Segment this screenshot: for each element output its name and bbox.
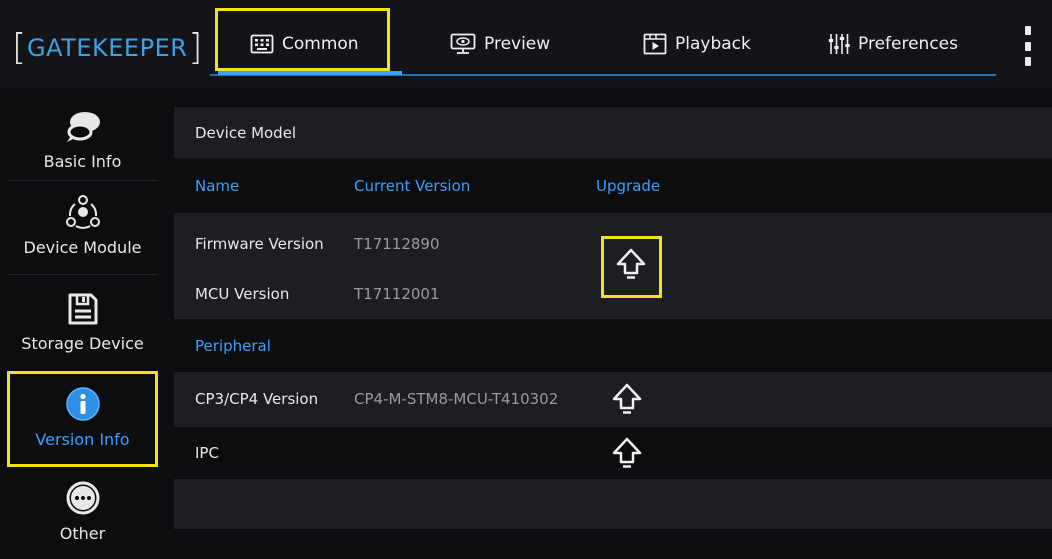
cp-version-row: CP3/CP4 Version CP4-M-STM8-MCU-T410302 [174,372,1052,427]
ipc-row: IPC [174,427,1052,479]
firmware-version-label: Firmware Version [195,235,324,253]
tab-preferences-label: Preferences [858,34,958,54]
ipc-label: IPC [195,444,219,462]
column-header-upgrade: Upgrade [596,176,661,195]
device-model-label: Device Model [195,123,297,142]
column-header-current-version: Current Version [354,176,471,195]
mcu-version-value: T17112001 [354,285,440,303]
column-header-row: Name Current Version Upgrade [174,158,1052,213]
logo-left-bracket: [ [12,27,27,68]
upgrade-arrow-icon [616,248,646,284]
sidebar-item-basic-info[interactable]: Basic Info [0,110,165,171]
cp-version-value: CP4-M-STM8-MCU-T410302 [354,390,559,408]
kebab-dot [1025,26,1031,35]
top-bar: [ GATEKEEPER ] Common Preview Playback P… [0,0,1052,88]
firmware-mcu-block: Firmware Version T17112890 MCU Version T… [174,213,1052,319]
sidebar-item-device-module[interactable]: Device Module [0,194,165,257]
sidebar-item-version-info-label: Version Info [35,430,130,449]
sidebar-item-basic-info-label: Basic Info [43,152,122,171]
device-model-row: Device Model [174,107,1052,158]
sidebar: Basic Info Device Module Storage Device … [0,88,165,559]
sidebar-item-device-module-label: Device Module [23,238,142,257]
sidebar-item-storage-device[interactable]: Storage Device [0,292,165,353]
sidebar-item-other[interactable]: Other [0,480,165,543]
firmware-version-value: T17112890 [354,235,440,253]
peripheral-label: Peripheral [195,336,271,355]
more-circle-icon [65,480,101,520]
empty-row [174,479,1052,529]
logo-text: GATEKEEPER [27,34,188,62]
sidebar-divider [8,372,158,373]
more-menu-button[interactable] [1024,26,1032,66]
column-header-name: Name [195,176,240,195]
upgrade-arrow-icon [612,383,642,419]
firmware-upgrade-button[interactable] [616,248,646,284]
sidebar-item-storage-device-label: Storage Device [21,334,144,353]
chat-bubble-icon [63,110,103,148]
upgrade-arrow-icon [612,437,642,473]
app-logo: [ GATEKEEPER ] [12,28,202,68]
sidebar-divider [8,274,158,275]
sidebar-divider [8,180,158,181]
mcu-version-label: MCU Version [195,285,290,303]
cp-upgrade-button[interactable] [612,383,642,419]
version-info-panel: Device Model Name Current Version Upgrad… [174,88,1052,559]
keyboard-icon [250,34,274,54]
sidebar-item-other-label: Other [59,524,106,543]
sidebar-divider [8,466,158,467]
tab-common[interactable]: Common [250,22,359,66]
module-nodes-icon [65,194,101,234]
tab-playback[interactable]: Playback [643,22,751,66]
ipc-upgrade-button[interactable] [612,437,642,473]
tab-preview-label: Preview [484,34,551,54]
kebab-dot [1025,41,1031,51]
kebab-dot [1025,57,1031,66]
tab-preview[interactable]: Preview [450,22,550,66]
sliders-icon [828,33,850,55]
logo-right-bracket: ] [188,27,203,68]
film-play-icon [643,33,667,55]
info-circle-icon [65,386,101,426]
monitor-eye-icon [450,33,476,55]
tab-common-label: Common [282,34,359,54]
tab-active-indicator [218,71,402,75]
sidebar-item-version-info[interactable]: Version Info [0,386,165,449]
floppy-disk-icon [67,292,99,330]
tab-preferences[interactable]: Preferences [828,22,958,66]
peripheral-header-row: Peripheral [174,319,1052,372]
tab-playback-label: Playback [675,34,751,54]
cp-version-label: CP3/CP4 Version [195,390,319,408]
